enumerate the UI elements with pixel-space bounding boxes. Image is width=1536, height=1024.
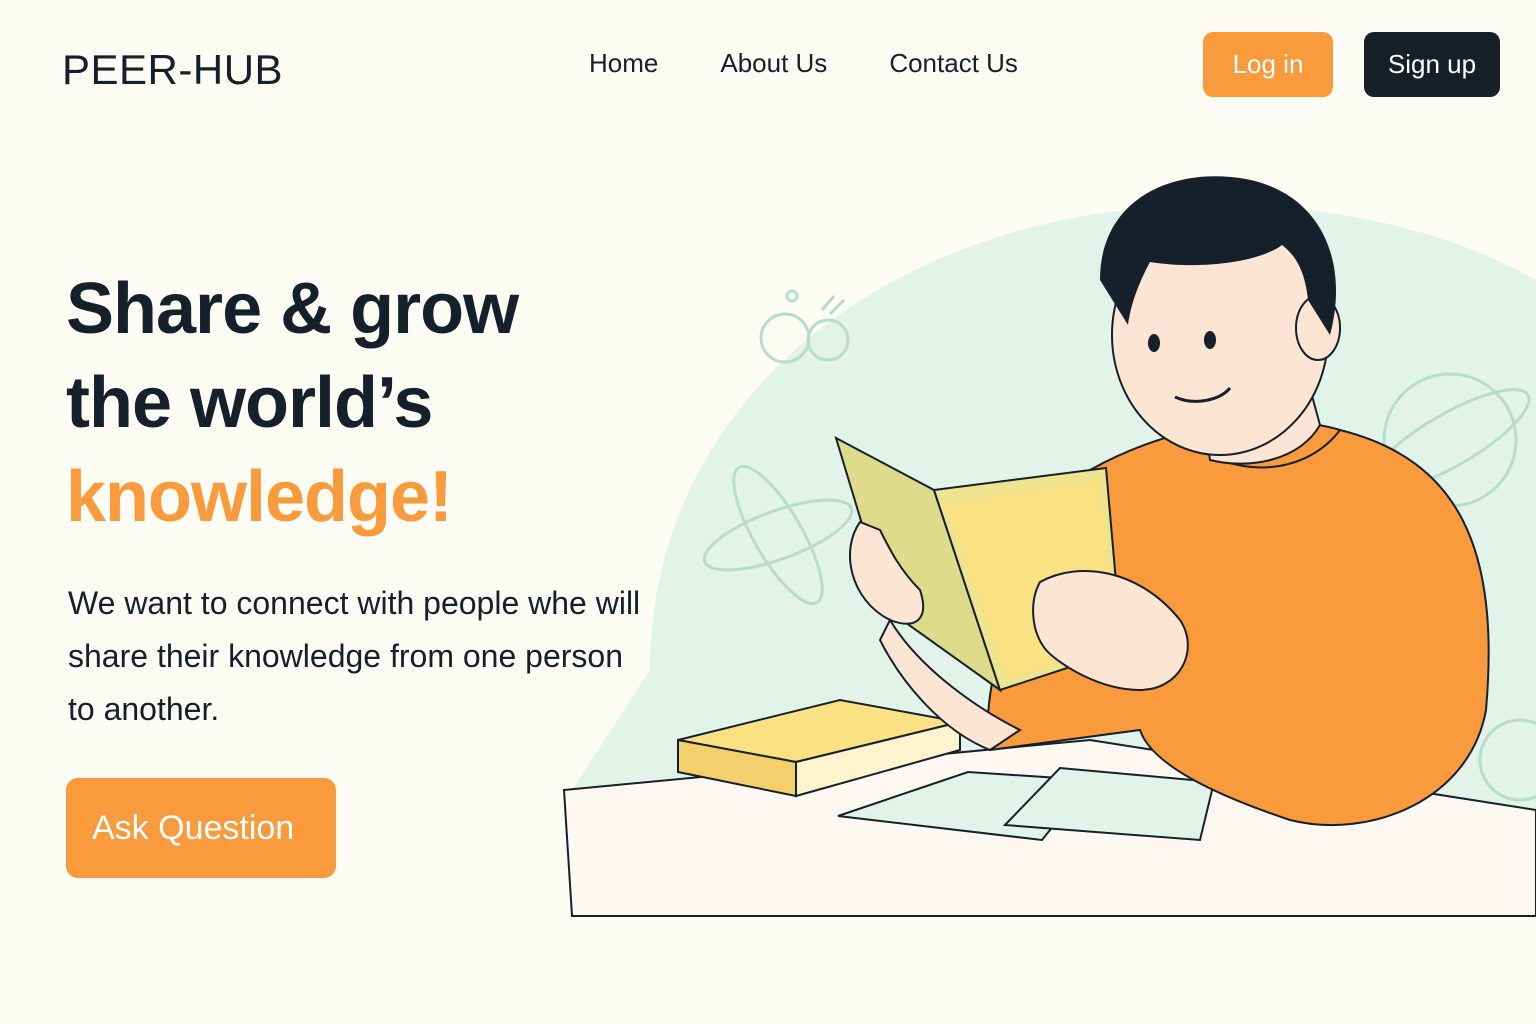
hero-title: Share & grow the world’s knowledge! <box>66 262 519 544</box>
hero-title-accent: knowledge! <box>66 457 453 537</box>
brand-logo[interactable]: PEER-HUB <box>62 46 283 94</box>
hero-title-line2: the world’s <box>66 363 433 443</box>
signup-button[interactable]: Sign up <box>1364 32 1500 97</box>
hero-title-line1: Share & grow <box>66 269 519 349</box>
nav-link-contact-us[interactable]: Contact Us <box>889 48 1018 79</box>
landing-page: PEER-HUB Home About Us Contact Us Log in… <box>0 0 1536 1024</box>
main-nav: Home About Us Contact Us <box>589 48 1018 79</box>
nav-link-home[interactable]: Home <box>589 48 658 79</box>
login-button[interactable]: Log in <box>1203 32 1333 97</box>
nav-link-about-us[interactable]: About Us <box>720 48 827 79</box>
person-reading-book-icon <box>562 176 1536 917</box>
ask-question-button[interactable]: Ask Question <box>66 778 336 878</box>
